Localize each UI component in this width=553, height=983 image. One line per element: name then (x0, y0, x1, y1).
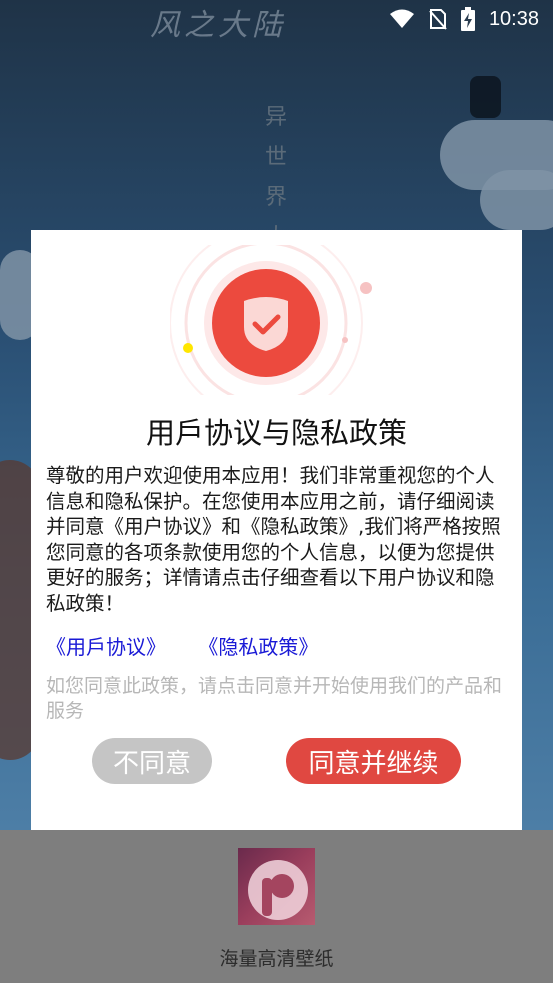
app-logo-icon (248, 860, 308, 920)
dialog-body: 尊敬的用户欢迎使用本应用！我们非常重视您的个人信息和隐私保护。在您使用本应用之前… (46, 464, 501, 615)
cloud (480, 170, 553, 230)
status-bar: 10:38 (0, 0, 553, 38)
app-name: 海量高清壁纸 (219, 948, 334, 970)
no-sim-icon (429, 9, 447, 30)
consent-note: 如您同意此政策，请点击同意并开始使用我们的产品和服务 (46, 675, 503, 722)
user-agreement-link[interactable]: 《用戶协议》 (46, 631, 166, 660)
wifi-icon (389, 9, 414, 28)
shield-check-icon (170, 245, 372, 395)
privacy-policy-link[interactable]: 《隐私政策》 (198, 631, 318, 660)
agree-continue-button[interactable]: 同意并继续 (286, 738, 461, 784)
status-time: 10:38 (488, 7, 539, 30)
disagree-button[interactable]: 不同意 (92, 738, 212, 784)
policy-links: 《用戶协议》 《隐私政策》 (46, 631, 446, 660)
app-logo (238, 848, 315, 925)
side-button[interactable] (470, 76, 501, 118)
dialog-title: 用戶协议与隐私政策 (145, 416, 407, 450)
battery-charging-icon (460, 7, 475, 31)
